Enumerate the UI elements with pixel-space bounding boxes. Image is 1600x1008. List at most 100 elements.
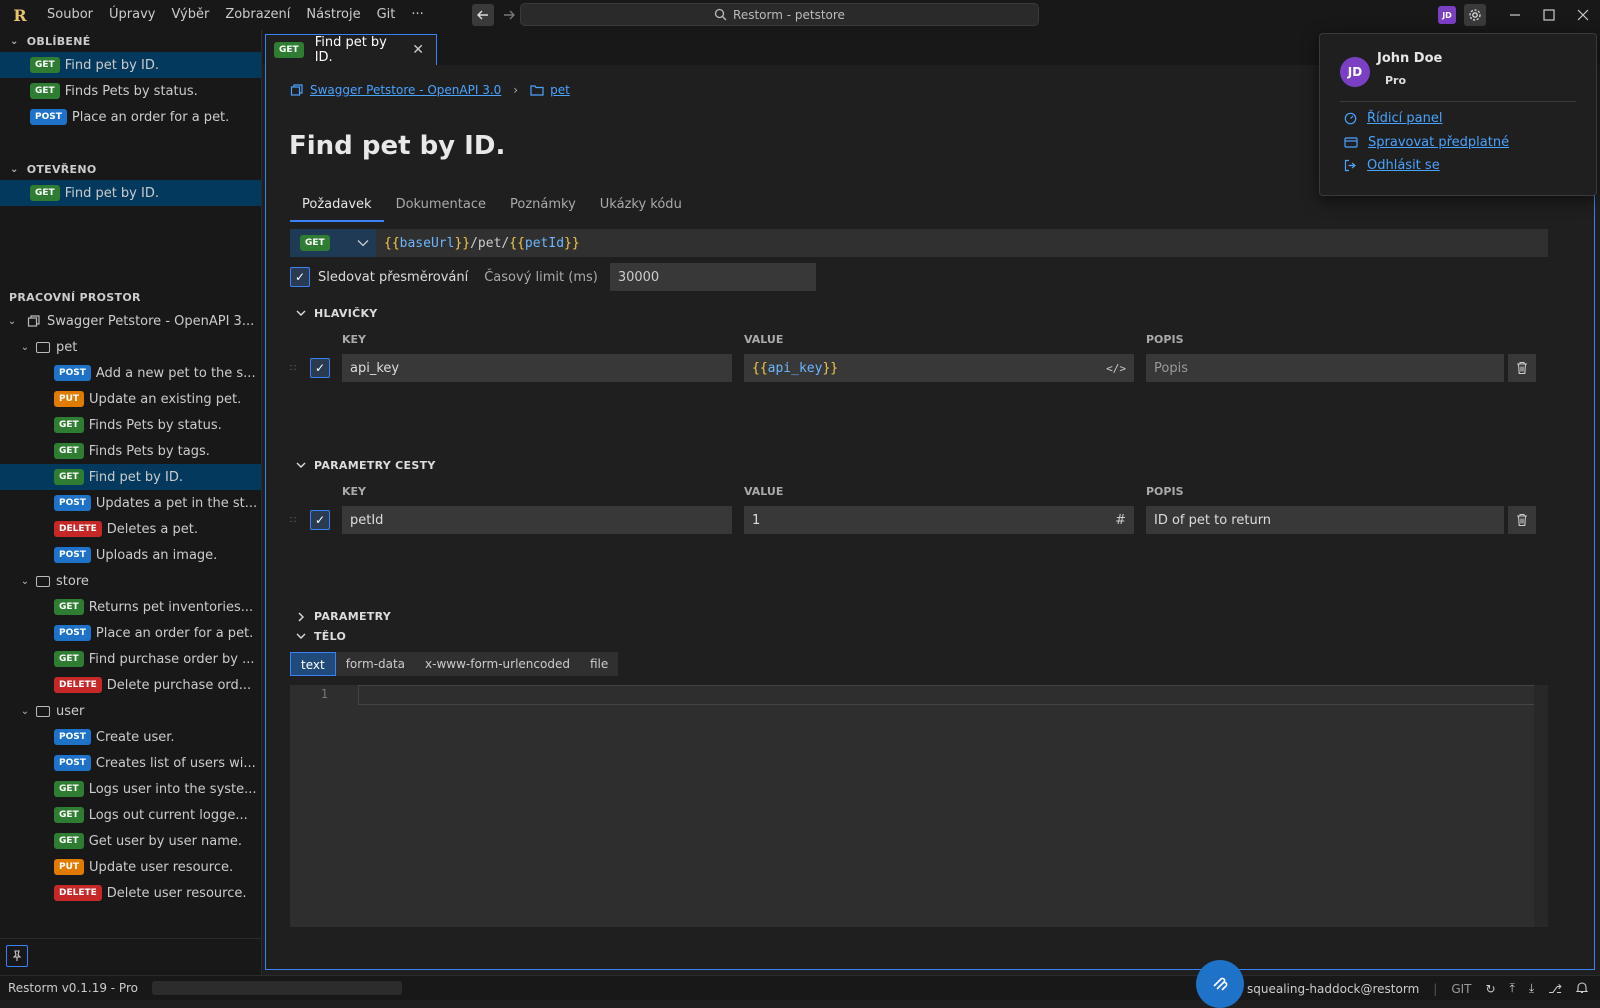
popup-divider (1340, 101, 1576, 102)
menu-soubor[interactable]: Soubor (39, 0, 101, 30)
request-item[interactable]: PUT Update an existing pet. (0, 386, 261, 412)
menu-vyber[interactable]: Výběr (163, 0, 217, 30)
url-input[interactable]: {{baseUrl}}/pet/{{petId}} (384, 236, 580, 251)
code-icon[interactable]: </> (1106, 362, 1126, 375)
request-item[interactable]: GET Finds Pets by status. (0, 412, 261, 438)
tab-ukazky-kodu[interactable]: Ukázky kódu (588, 193, 694, 222)
chevron-down-icon: ⌄ (7, 315, 17, 327)
forward-arrow-icon[interactable] (498, 4, 520, 26)
collection-item[interactable]: ⌄ Swagger Petstore - OpenAPI 3... (0, 308, 261, 334)
tab-poznamky[interactable]: Poznámky (498, 193, 588, 222)
minimize-icon[interactable] (1498, 0, 1532, 30)
request-item[interactable]: POST Add a new pet to the s... (0, 360, 261, 386)
tab-dokumentace[interactable]: Dokumentace (384, 193, 498, 222)
request-item[interactable]: DELETE Delete user resource. (0, 880, 261, 906)
method-badge: DELETE (54, 677, 102, 693)
command-search[interactable]: Restorm - petstore (520, 3, 1039, 26)
request-item[interactable]: GET Finds Pets by status. (0, 78, 261, 104)
params-section-header[interactable]: PARAMETRY (296, 610, 391, 623)
hash-icon[interactable]: # (1115, 513, 1126, 528)
method-badge: POST (30, 109, 67, 125)
editor-scrollbar[interactable] (1534, 685, 1548, 927)
menu-more[interactable]: ··· (403, 0, 431, 30)
request-item[interactable]: GET Find pet by ID. (0, 52, 261, 78)
body-tab-file[interactable]: file (580, 652, 618, 676)
request-item[interactable]: POST Updates a pet in the st... (0, 490, 261, 516)
request-item[interactable]: POST Place an order for a pet. (0, 620, 261, 646)
request-item[interactable]: GET Returns pet inventories... (0, 594, 261, 620)
request-label: Find pet by ID. (64, 185, 159, 201)
branch-icon[interactable]: ⎇ (1548, 982, 1562, 996)
close-tab-icon[interactable]: ✕ (412, 42, 424, 58)
folder-pet[interactable]: ⌄ pet (0, 334, 261, 360)
url-bar: GET {{baseUrl}}/pet/{{petId}} (290, 229, 1548, 257)
maximize-icon[interactable] (1532, 0, 1566, 30)
menu-nastroje[interactable]: Nástroje (298, 0, 368, 30)
request-item[interactable]: GET Logs out current logge... (0, 802, 261, 828)
request-item[interactable]: POST Create user. (0, 724, 261, 750)
method-select[interactable]: GET (290, 229, 376, 257)
request-item[interactable]: DELETE Deletes a pet. (0, 516, 261, 542)
favorites-header[interactable]: ⌄ OBLÍBENÉ (0, 30, 261, 52)
timeout-input[interactable]: 30000 (609, 263, 816, 291)
param-desc-input[interactable]: ID of pet to return (1146, 506, 1504, 534)
push-icon[interactable]: ⤒ (1510, 981, 1515, 996)
breadcrumb-folder[interactable]: pet (550, 83, 570, 97)
breadcrumb-collection[interactable]: Swagger Petstore - OpenAPI 3.0 (310, 83, 501, 97)
dashboard-link[interactable]: Řídicí panel (1344, 111, 1442, 126)
header-key-input[interactable]: api_key (342, 354, 732, 382)
request-item[interactable]: GET Find purchase order by ... (0, 646, 261, 672)
request-item[interactable]: POST Place an order for a pet. (0, 104, 261, 130)
trash-icon[interactable] (1508, 506, 1536, 534)
headers-section-header[interactable]: HLAVIČKY (296, 307, 378, 320)
url-segment: }} (564, 235, 580, 251)
pull-icon[interactable]: ⤓ (1529, 981, 1534, 996)
menu-upravy[interactable]: Úpravy (101, 0, 163, 30)
request-item[interactable]: GET Find pet by ID. (0, 180, 261, 206)
close-icon[interactable] (1566, 0, 1600, 30)
request-label: Update user resource. (89, 859, 234, 875)
param-enabled-checkbox[interactable]: ✓ (310, 510, 330, 530)
folder-user[interactable]: ⌄ user (0, 698, 261, 724)
param-value-input[interactable]: 1 # (744, 506, 1134, 534)
request-item[interactable]: DELETE Delete purchase ord... (0, 672, 261, 698)
header-enabled-checkbox[interactable]: ✓ (310, 358, 330, 378)
follow-redirects-checkbox[interactable]: ✓ (290, 267, 310, 287)
body-tab-text[interactable]: text (290, 652, 336, 676)
request-item[interactable]: GET Get user by user name. (0, 828, 261, 854)
request-item[interactable]: GET Logs user into the syste... (0, 776, 261, 802)
request-item[interactable]: PUT Update user resource. (0, 854, 261, 880)
trash-icon[interactable] (1508, 354, 1536, 382)
request-item[interactable]: POST Creates list of users wi... (0, 750, 261, 776)
path-params-section-header[interactable]: PARAMETRY CESTY (296, 459, 436, 472)
tab-find-pet-by-id[interactable]: GET Find pet by ID. ✕ (265, 34, 437, 65)
menu-git[interactable]: Git (369, 0, 404, 30)
param-key-input[interactable]: petId (342, 506, 732, 534)
manage-subscription-link[interactable]: Spravovat předplatné (1344, 135, 1509, 150)
back-arrow-icon[interactable] (471, 4, 494, 26)
request-item[interactable]: GET Finds Pets by tags. (0, 438, 261, 464)
folder-store[interactable]: ⌄ store (0, 568, 261, 594)
refresh-icon[interactable]: ↻ (1485, 982, 1495, 996)
account-avatar-button[interactable]: JD (1438, 6, 1456, 24)
body-section-header[interactable]: TĚLO (296, 630, 346, 643)
request-label: Returns pet inventories... (88, 599, 254, 615)
open-header[interactable]: ⌄ OTEVŘENO (0, 158, 261, 180)
menu-zobrazeni[interactable]: Zobrazení (217, 0, 298, 30)
body-code-editor[interactable]: 1 (290, 685, 1548, 927)
pin-icon[interactable] (6, 945, 28, 967)
logout-link[interactable]: Odhlásit se (1344, 158, 1440, 173)
body-tab-urlencoded[interactable]: x-www-form-urlencoded (415, 652, 580, 676)
bell-icon[interactable] (1575, 981, 1589, 997)
tab-pozadavek[interactable]: Požadavek (290, 193, 384, 222)
request-item[interactable]: GET Find pet by ID. (0, 464, 261, 490)
method-badge: POST (54, 495, 91, 511)
body-tab-form-data[interactable]: form-data (336, 652, 415, 676)
mcp-fab-button[interactable] (1196, 960, 1244, 1008)
gear-icon[interactable] (1464, 4, 1486, 26)
method-badge: GET (54, 651, 84, 667)
header-value-input[interactable]: {{api_key}} </> (744, 354, 1134, 382)
chevron-down-icon (357, 240, 369, 247)
header-desc-input[interactable]: Popis (1146, 354, 1504, 382)
request-item[interactable]: POST Uploads an image. (0, 542, 261, 568)
